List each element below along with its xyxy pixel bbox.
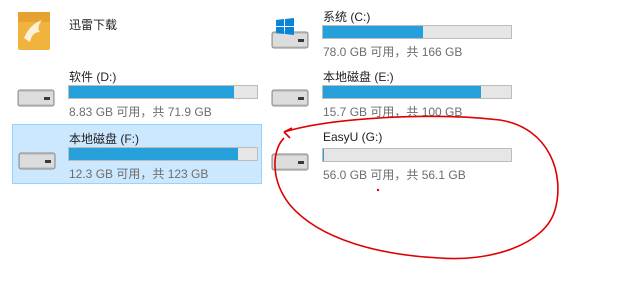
drive-name: 系统 (C:) <box>323 10 371 24</box>
drive-free-space: 8.83 GB 可用，共 71.9 GB <box>69 105 212 119</box>
drive-usage-bar <box>322 85 512 99</box>
drive-usage-bar <box>322 148 512 162</box>
drive-usage-bar <box>322 25 512 39</box>
drive-d[interactable]: 软件 (D:) 8.83 GB 可用，共 71.9 GB <box>12 62 260 120</box>
drive-free-space: 12.3 GB 可用，共 123 GB <box>69 167 209 181</box>
drive-free-space: 15.7 GB 可用，共 100 GB <box>323 105 463 119</box>
drive-usage-bar <box>68 85 258 99</box>
hard-drive-icon <box>17 151 57 171</box>
drive-name: EasyU (G:) <box>323 130 383 144</box>
drive-name: 本地磁盘 (F:) <box>69 132 139 146</box>
hard-drive-icon <box>270 88 310 108</box>
drive-name: 本地磁盘 (E:) <box>323 70 394 84</box>
drive-free-space: 56.0 GB 可用，共 56.1 GB <box>323 168 466 182</box>
windows-drive-icon <box>270 18 310 52</box>
drive-usage-bar <box>68 147 258 161</box>
hard-drive-icon <box>270 152 310 172</box>
hard-drive-icon <box>16 88 56 108</box>
folder-name: 迅雷下载 <box>69 18 118 32</box>
folder-xunlei[interactable]: 迅雷下载 <box>12 4 260 58</box>
drive-name: 软件 (D:) <box>69 70 117 84</box>
drive-usage-fill <box>69 148 239 160</box>
drive-usage-fill <box>323 86 481 98</box>
drive-c[interactable]: 系统 (C:) 78.0 GB 可用，共 166 GB <box>266 4 516 59</box>
drive-usage-fill <box>69 86 235 98</box>
drive-f[interactable]: 本地磁盘 (F:) 12.3 GB 可用，共 123 GB <box>12 124 262 184</box>
drive-usage-fill <box>323 26 423 38</box>
xunlei-folder-icon <box>16 8 52 52</box>
drive-g[interactable]: EasyU (G:) 56.0 GB 可用，共 56.1 GB <box>266 124 516 184</box>
drive-free-space: 78.0 GB 可用，共 166 GB <box>323 45 463 59</box>
drive-e[interactable]: 本地磁盘 (E:) 15.7 GB 可用，共 100 GB <box>266 62 516 120</box>
